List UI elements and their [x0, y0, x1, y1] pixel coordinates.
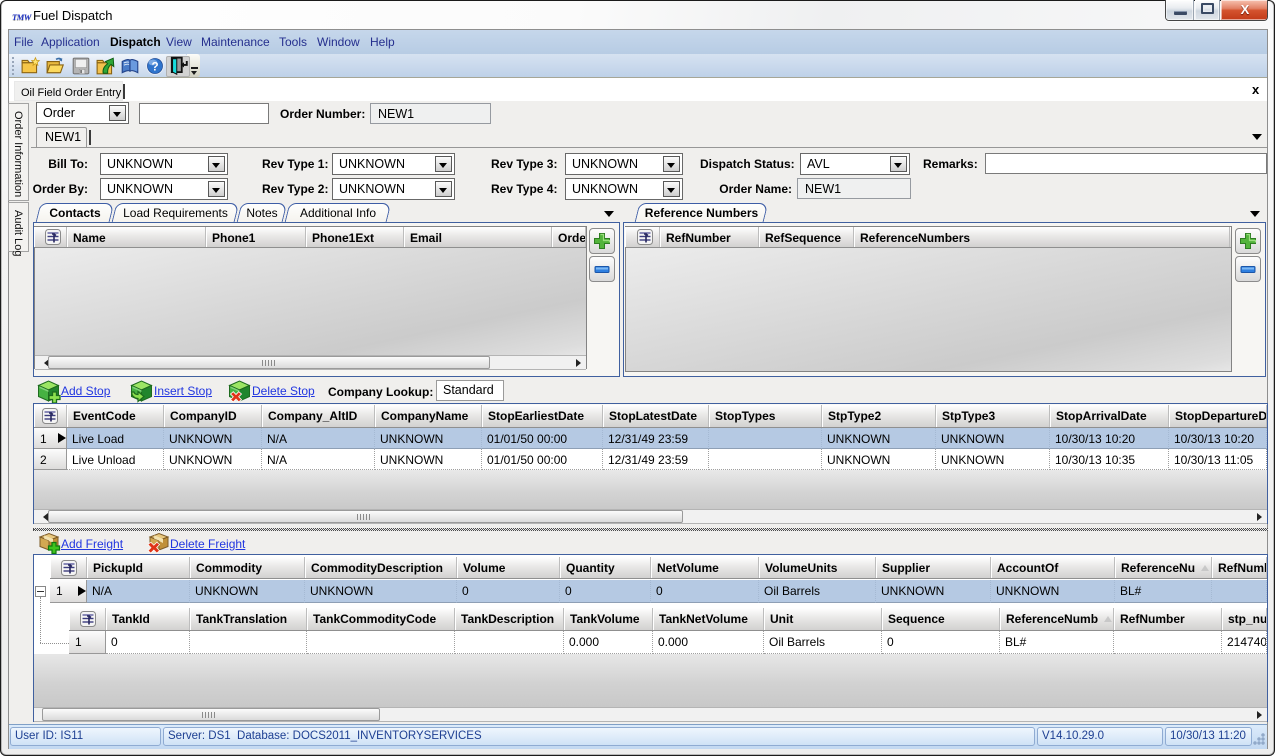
svg-text:?: ?	[151, 60, 158, 73]
